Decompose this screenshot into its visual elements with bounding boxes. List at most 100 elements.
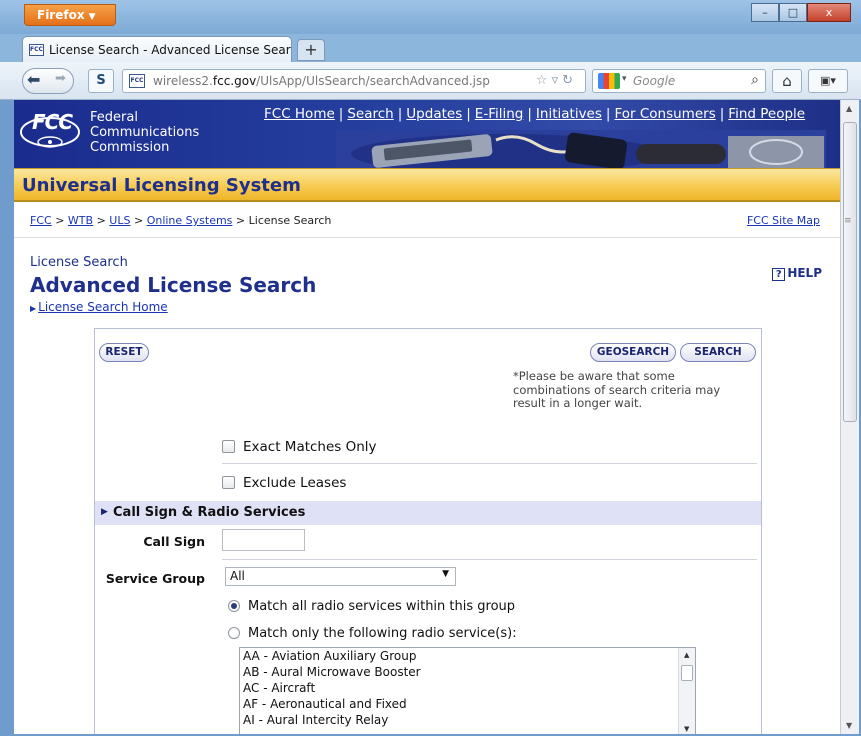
fcc-top-links: FCC Home | Search | Updates | E-Filing | Initiat… bbox=[264, 106, 805, 122]
match-all-radio[interactable] bbox=[228, 600, 240, 612]
fcc-site-map-link[interactable]: FCC Site Map bbox=[747, 214, 820, 227]
link-separator: | bbox=[338, 106, 344, 122]
breadcrumb-fcc[interactable]: FCC bbox=[30, 214, 52, 227]
search-bar[interactable]: ▾ Google ⌕ bbox=[592, 69, 766, 93]
section-call-sign-radio-services[interactable]: ▶ Call Sign & Radio Services bbox=[95, 501, 761, 525]
link-initiatives[interactable]: Initiatives bbox=[536, 106, 602, 122]
s-addon-button[interactable]: S bbox=[88, 69, 114, 93]
divider bbox=[222, 559, 757, 560]
page-subtitle: License Search bbox=[30, 255, 128, 270]
url-bar[interactable]: FCC wireless2.fcc.gov/UlsApp/UlsSearch/s… bbox=[122, 69, 586, 93]
tab-license-search[interactable]: FCC License Search - Advanced License Se… bbox=[22, 36, 292, 63]
new-tab-button[interactable]: + bbox=[297, 39, 325, 61]
back-arrow-icon[interactable]: ⬅ bbox=[27, 70, 40, 89]
link-search[interactable]: Search bbox=[347, 106, 393, 122]
breadcrumb-row: FCC > WTB > ULS > Online Systems > Licen… bbox=[14, 202, 840, 238]
google-logo-icon[interactable] bbox=[598, 73, 620, 89]
engine-dropdown-icon[interactable]: ▾ bbox=[622, 74, 627, 84]
help-link[interactable]: ? HELP bbox=[772, 266, 822, 281]
match-only-label[interactable]: Match only the following radio service(s… bbox=[248, 626, 517, 641]
exclude-leases-label[interactable]: Exclude Leases bbox=[243, 475, 346, 491]
link-separator: | bbox=[605, 106, 611, 122]
triangle-right-icon: ▶ bbox=[101, 507, 108, 517]
exclude-leases-row: Exclude Leases bbox=[222, 475, 346, 491]
scroll-thumb[interactable] bbox=[681, 665, 693, 681]
history-dropdown-icon[interactable]: ▿ bbox=[552, 73, 563, 88]
exclude-leases-checkbox[interactable] bbox=[222, 476, 235, 489]
tab-strip: FCC License Search - Advanced License Se… bbox=[0, 34, 861, 63]
scroll-down-icon[interactable]: ▼ bbox=[846, 721, 852, 730]
service-group-select[interactable]: All ▼ bbox=[225, 567, 456, 586]
url-text[interactable]: wireless2.fcc.gov/UlsApp/UlsSearch/searc… bbox=[153, 74, 490, 88]
match-only-radio[interactable] bbox=[228, 627, 240, 639]
window-titlebar: Firefox ▼ – □ x bbox=[0, 0, 861, 34]
exact-matches-label[interactable]: Exact Matches Only bbox=[243, 439, 377, 455]
fcc-org-name: Federal Communications Commission bbox=[90, 110, 199, 155]
search-wait-note: *Please be aware that some combinations … bbox=[513, 369, 721, 410]
close-button[interactable]: x bbox=[807, 3, 851, 22]
advanced-search-form: RESET GEOSEARCH SEARCH *Please be aware … bbox=[94, 328, 762, 734]
firefox-menu-button[interactable]: Firefox ▼ bbox=[24, 4, 116, 26]
list-item[interactable]: AC - Aircraft bbox=[240, 680, 695, 696]
link-separator: | bbox=[466, 106, 471, 122]
service-group-value: All bbox=[230, 569, 245, 583]
navigation-toolbar: ⬅ ➡ S FCC wireless2.fcc.gov/UlsApp/UlsSe… bbox=[0, 62, 861, 100]
uls-title[interactable]: Universal Licensing System bbox=[22, 175, 301, 196]
link-fcc-home[interactable]: FCC Home bbox=[264, 106, 335, 122]
link-for-consumers[interactable]: For Consumers bbox=[614, 106, 715, 122]
page-scroll-thumb[interactable] bbox=[843, 122, 857, 422]
page-scrollbar[interactable]: ▲ ≡ ▼ bbox=[840, 100, 859, 734]
search-icon[interactable]: ⌕ bbox=[751, 72, 759, 88]
page-title: Advanced License Search bbox=[30, 273, 317, 297]
help-label: HELP bbox=[787, 266, 822, 280]
link-updates[interactable]: Updates bbox=[406, 106, 462, 122]
geosearch-button[interactable]: GEOSEARCH bbox=[590, 343, 676, 362]
chevron-down-icon: ▼ bbox=[442, 569, 449, 579]
fcc-logo-text: FCC bbox=[32, 110, 73, 134]
page-viewport: FCC Federal Communications Commission FC… bbox=[14, 100, 840, 734]
site-identity-icon[interactable]: FCC bbox=[129, 74, 145, 88]
scroll-down-icon[interactable]: ▼ bbox=[684, 725, 689, 733]
home-button[interactable]: ⌂ bbox=[772, 69, 802, 93]
forward-arrow-icon[interactable]: ➡ bbox=[55, 71, 66, 86]
fcc-banner: FCC Federal Communications Commission FC… bbox=[14, 100, 840, 168]
breadcrumb-uls[interactable]: ULS bbox=[109, 214, 130, 227]
url-bar-icons: ☆▿↻ bbox=[536, 73, 577, 88]
service-group-label: Service Group bbox=[105, 571, 205, 586]
license-search-home-link[interactable]: ▶ License Search Home bbox=[30, 300, 168, 314]
reset-button[interactable]: RESET bbox=[99, 343, 149, 362]
maximize-button[interactable]: □ bbox=[779, 3, 807, 22]
reload-icon[interactable]: ↻ bbox=[562, 73, 577, 88]
minimize-button[interactable]: – bbox=[751, 3, 779, 22]
link-e-filing[interactable]: E-Filing bbox=[475, 106, 524, 122]
listbox-scrollbar[interactable]: ▲ ▼ bbox=[678, 648, 695, 734]
breadcrumb-online-systems[interactable]: Online Systems bbox=[147, 214, 233, 227]
scroll-up-icon[interactable]: ▲ bbox=[846, 104, 852, 113]
question-icon: ? bbox=[772, 268, 786, 281]
breadcrumb-wtb[interactable]: WTB bbox=[68, 214, 93, 227]
call-sign-label: Call Sign bbox=[143, 534, 205, 549]
list-item[interactable]: AF - Aeronautical and Fixed bbox=[240, 696, 695, 712]
search-button[interactable]: SEARCH bbox=[680, 343, 756, 362]
radio-services-listbox[interactable]: AA - Aviation Auxiliary Group AB - Aural… bbox=[239, 647, 696, 734]
back-forward-group: ⬅ ➡ bbox=[22, 68, 74, 94]
link-separator: | bbox=[719, 106, 725, 122]
banner-devices-image bbox=[336, 130, 826, 168]
exact-matches-checkbox[interactable] bbox=[222, 440, 235, 453]
url-prefix: wireless2. bbox=[153, 74, 213, 88]
bookmark-star-icon[interactable]: ☆ bbox=[536, 73, 552, 88]
search-input[interactable]: Google bbox=[633, 74, 675, 88]
bookmarks-button[interactable]: ▣▾ bbox=[808, 69, 848, 93]
breadcrumb-current: License Search bbox=[248, 214, 332, 227]
link-find-people[interactable]: Find People bbox=[728, 106, 805, 122]
match-all-label[interactable]: Match all radio services within this gro… bbox=[248, 599, 515, 614]
org-line: Commission bbox=[90, 140, 170, 155]
chevron-down-icon: ▼ bbox=[88, 12, 96, 22]
list-item[interactable]: AA - Aviation Auxiliary Group bbox=[240, 648, 695, 664]
scroll-up-icon[interactable]: ▲ bbox=[684, 651, 689, 659]
list-item[interactable]: AI - Aural Intercity Relay bbox=[240, 712, 695, 728]
url-path: /UlsApp/UlsSearch/searchAdvanced.jsp bbox=[256, 74, 490, 88]
list-item[interactable]: AB - Aural Microwave Booster bbox=[240, 664, 695, 680]
radio-match-all-row: Match all radio services within this gro… bbox=[228, 599, 515, 614]
call-sign-input[interactable] bbox=[222, 529, 305, 551]
